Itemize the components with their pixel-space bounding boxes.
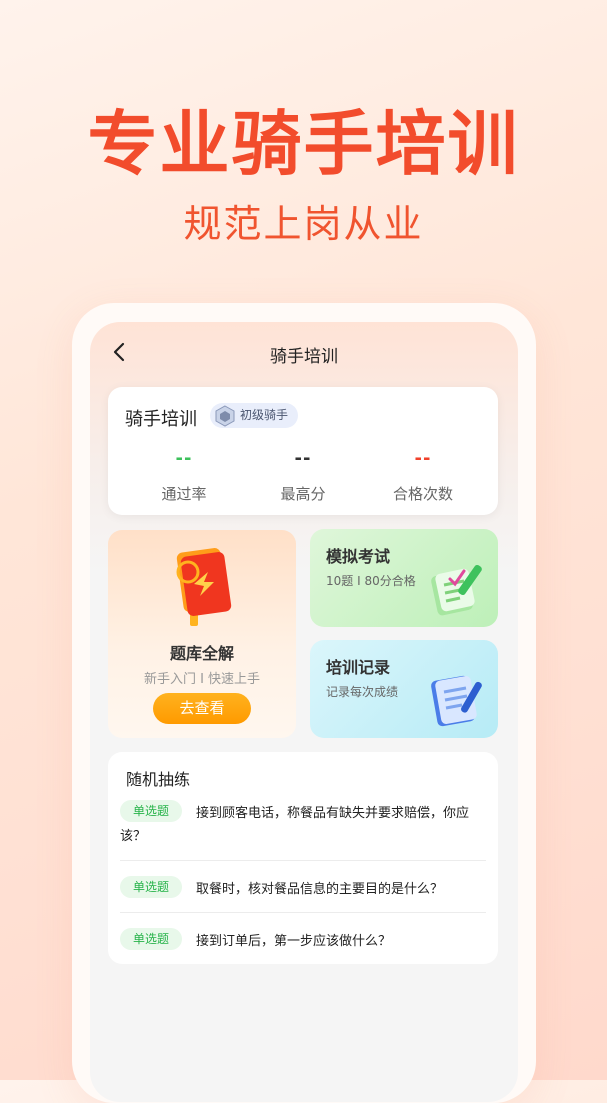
- question-text: 接到订单后，第一步应该做什么？: [196, 934, 392, 949]
- mock-exam-title: 模拟考试: [326, 547, 391, 566]
- divider: [120, 912, 486, 913]
- promo-headline: 专业骑手培训: [87, 103, 520, 185]
- question-item[interactable]: 单选题 接到顾客电话，称餐品有缺失并要求赔偿，你应该？: [120, 800, 486, 850]
- question-type-tag: 单选题: [120, 876, 182, 898]
- level-badge: 初级骑手: [210, 403, 299, 428]
- record-notepad-icon: [431, 675, 482, 727]
- navbar: 骑手培训: [90, 322, 518, 382]
- random-practice-title: 随机抽练: [126, 770, 191, 789]
- question-text: 取餐时，核对餐品信息的主要目的是什么？: [196, 882, 444, 897]
- stat-pass-rate-value: --: [175, 448, 193, 469]
- stat-high-score: -- 最高分: [238, 447, 368, 504]
- question-bank-subtitle: 新手入门 I 快速上手: [143, 672, 261, 687]
- stat-high-score-value: --: [294, 448, 312, 469]
- view-button[interactable]: 去查看: [153, 693, 251, 724]
- mock-exam-tile[interactable]: 模拟考试 10题 I 80分合格: [310, 529, 498, 627]
- level-badge-label: 初级骑手: [240, 408, 289, 422]
- stats-card-title: 骑手培训: [125, 409, 197, 430]
- stat-pass-count-label: 合格次数: [392, 485, 453, 503]
- stat-pass-rate-label: 通过率: [161, 485, 207, 503]
- training-record-tile[interactable]: 培训记录 记录每次成绩: [310, 640, 498, 738]
- app-screen: 骑手培训 骑手培训 初级骑手 -- 通过率 -- 最高分 -- 合格次数 题库全…: [90, 322, 518, 1102]
- mock-exam-subtitle: 10题 I 80分合格: [326, 574, 416, 588]
- question-bank-tile[interactable]: 题库全解 新手入门 I 快速上手 去查看: [108, 530, 296, 738]
- random-practice-card: 随机抽练 单选题 接到顾客电话，称餐品有缺失并要求赔偿，你应该？ 单选题 取餐时…: [108, 752, 498, 964]
- training-record-subtitle: 记录每次成绩: [326, 685, 399, 699]
- rank-badge-icon: [215, 405, 235, 427]
- question-item[interactable]: 单选题 取餐时，核对餐品信息的主要目的是什么？: [120, 876, 486, 902]
- training-record-title: 培训记录: [326, 658, 391, 677]
- question-type-tag: 单选题: [120, 928, 182, 950]
- stat-pass-count: -- 合格次数: [358, 447, 488, 504]
- question-bank-book-icon: [176, 548, 232, 626]
- stats-card: 骑手培训 初级骑手 -- 通过率 -- 最高分 -- 合格次数: [108, 387, 498, 515]
- exam-paper-icon: [431, 564, 482, 616]
- divider: [120, 860, 486, 861]
- stat-pass-rate: -- 通过率: [119, 447, 249, 504]
- stat-pass-count-value: --: [414, 448, 432, 469]
- page-title: 骑手培训: [270, 347, 338, 367]
- question-text: 接到顾客电话，称餐品有缺失并要求赔偿，你应该？: [120, 806, 470, 844]
- question-bank-title: 题库全解: [169, 644, 234, 663]
- promo-subhead: 规范上岗从业: [183, 202, 424, 246]
- question-item[interactable]: 单选题 接到订单后，第一步应该做什么？: [120, 928, 486, 954]
- stat-high-score-label: 最高分: [280, 485, 326, 503]
